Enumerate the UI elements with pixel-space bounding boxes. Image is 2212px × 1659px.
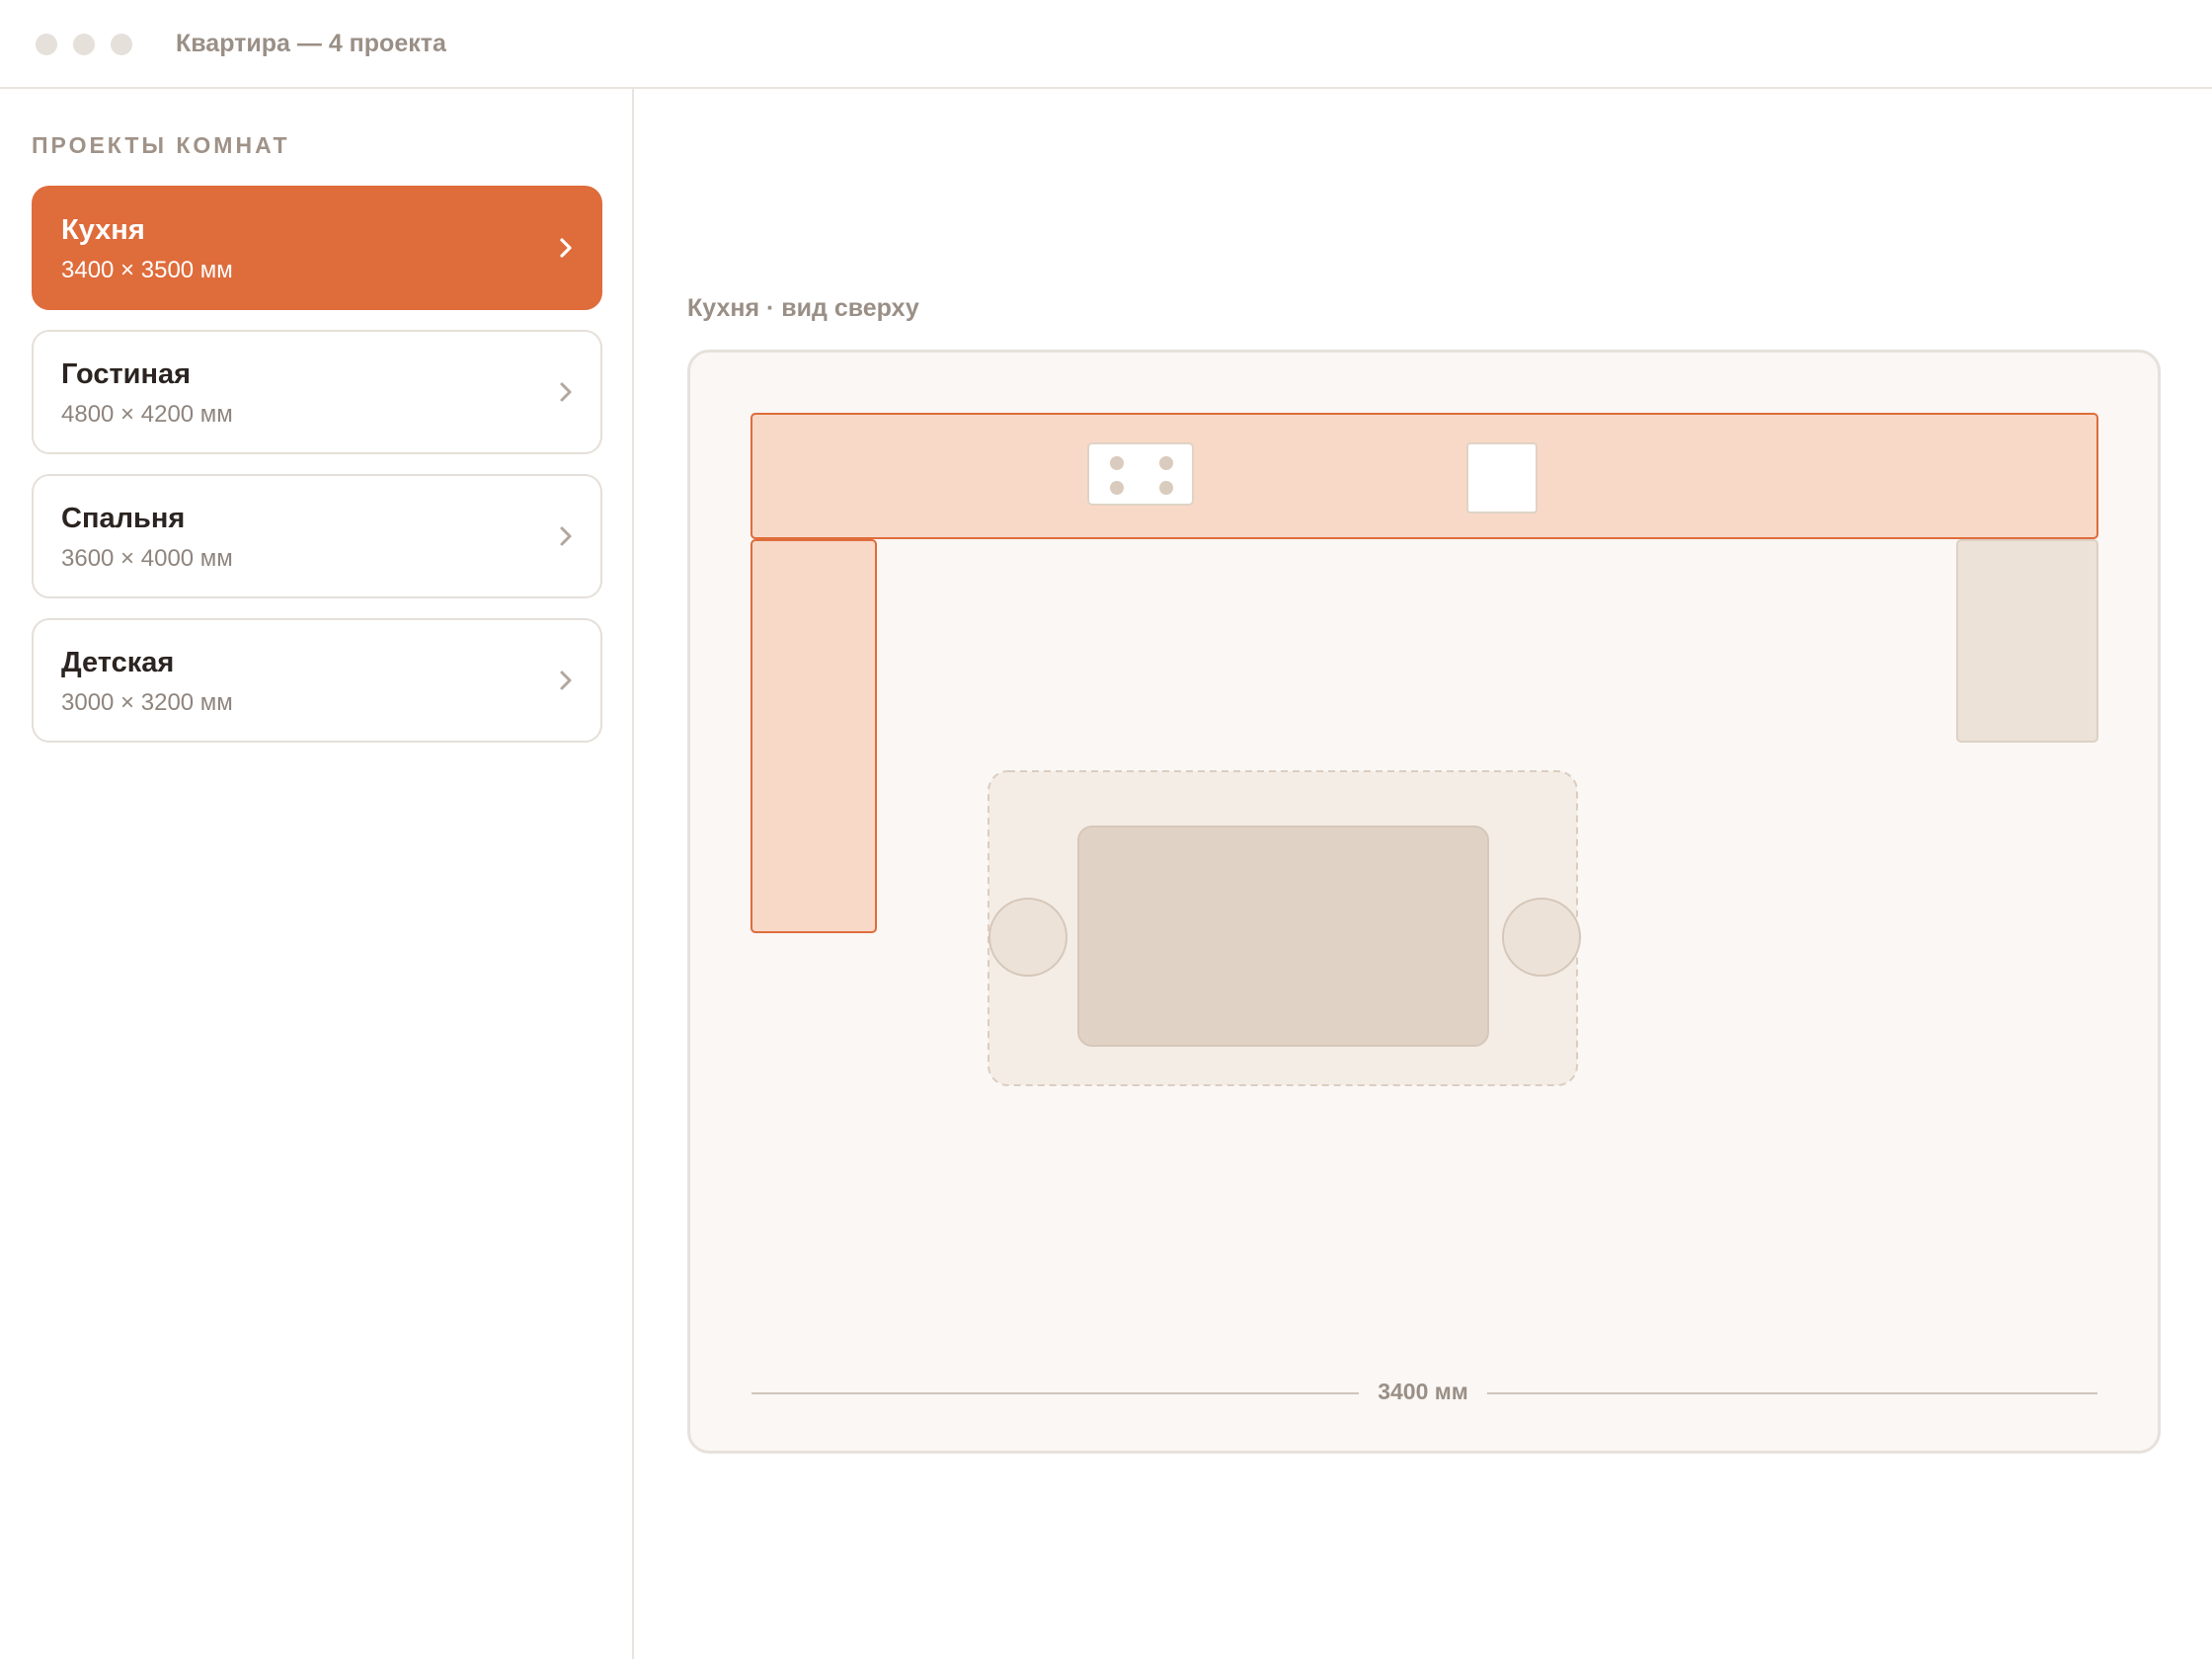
sidebar-heading: ПРОЕКТЫ КОМНАТ	[32, 132, 290, 158]
room-size: 4800 × 4200 мм	[61, 401, 233, 428]
floor-plan-drawing	[750, 413, 2098, 1394]
fridge[interactable]	[1956, 539, 2098, 743]
room-name: Кухня	[61, 214, 145, 246]
sidebar: ПРОЕКТЫ КОМНАТ Кухня 3400 × 3500 мм Гост…	[0, 89, 634, 1659]
chair-right[interactable]	[1502, 898, 1581, 977]
room-card-bedroom[interactable]: Спальня 3600 × 4000 мм	[32, 474, 602, 598]
room-card-kids-room[interactable]: Детская 3000 × 3200 мм	[32, 618, 602, 743]
chair-left[interactable]	[988, 898, 1067, 977]
room-size: 3000 × 3200 мм	[61, 689, 233, 716]
window-close-button[interactable]	[36, 34, 57, 55]
window-minimize-button[interactable]	[73, 34, 95, 55]
width-dimension-label: 3400 мм	[1359, 1379, 1487, 1405]
counter-left[interactable]	[750, 539, 877, 933]
chevron-right-icon	[553, 235, 579, 261]
chevron-right-icon	[553, 379, 579, 405]
chevron-right-icon	[553, 523, 579, 549]
room-size: 3600 × 4000 мм	[61, 545, 233, 572]
chevron-right-icon	[553, 668, 579, 693]
room-name: Детская	[61, 647, 175, 678]
room-name: Гостиная	[61, 358, 192, 390]
window-titlebar: Квартира — 4 проекта	[0, 0, 2212, 89]
counter-top[interactable]	[750, 413, 2098, 539]
window-maximize-button[interactable]	[111, 34, 132, 55]
plan-title: Кухня · вид сверху	[687, 294, 919, 322]
hob-icon[interactable]	[1087, 442, 1194, 506]
room-card-kitchen[interactable]: Кухня 3400 × 3500 мм	[32, 186, 602, 310]
sink-icon[interactable]	[1466, 442, 1538, 514]
room-size: 3400 × 3500 мм	[61, 257, 233, 283]
room-name: Спальня	[61, 503, 186, 534]
window-title: Квартира — 4 проекта	[176, 30, 446, 57]
dining-table[interactable]	[1077, 826, 1489, 1047]
room-card-living-room[interactable]: Гостиная 4800 × 4200 мм	[32, 330, 602, 454]
floor-plan	[687, 350, 2161, 1454]
